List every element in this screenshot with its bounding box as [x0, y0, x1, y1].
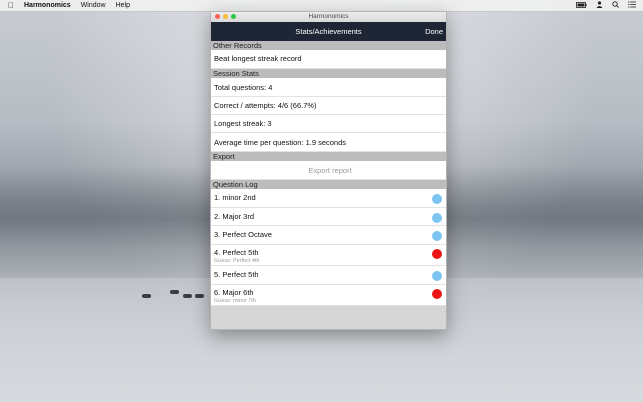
- section-header-other-records: Other Records: [211, 41, 446, 50]
- correct-status-icon: [432, 271, 442, 281]
- question-guess: Guess: Perfect 4th: [214, 258, 260, 264]
- record-row: Beat longest streak record: [211, 50, 446, 69]
- empty-list-area: [211, 306, 446, 329]
- correct-status-icon: [432, 213, 442, 223]
- section-header-export: Export: [211, 152, 446, 161]
- question-log-row[interactable]: 1. minor 2nd: [211, 189, 446, 208]
- duck-silhouette: [170, 290, 179, 294]
- duck-silhouette: [183, 294, 192, 298]
- question-label: 6. Major 6th: [214, 288, 254, 297]
- question-label: 1. minor 2nd: [214, 193, 256, 202]
- user-icon[interactable]: [596, 1, 603, 10]
- wrong-status-icon: [432, 249, 442, 259]
- export-report-button[interactable]: Export report: [211, 161, 446, 180]
- section-header-session-stats: Session Stats: [211, 69, 446, 78]
- menu-help[interactable]: Help: [116, 2, 130, 9]
- notification-center-icon[interactable]: [628, 1, 636, 10]
- question-log-row[interactable]: 4. Perfect 5th Guess: Perfect 4th: [211, 245, 446, 266]
- question-guess: Guess: minor 7th: [214, 298, 256, 304]
- navigation-bar: Stats/Achievements Done: [211, 22, 446, 41]
- stat-row-total: Total questions: 4: [211, 78, 446, 97]
- stat-row-streak: Longest streak: 3: [211, 115, 446, 133]
- apple-menu-icon[interactable]: : [8, 1, 14, 10]
- correct-status-icon: [432, 231, 442, 241]
- question-log-row[interactable]: 6. Major 6th Guess: minor 7th: [211, 285, 446, 306]
- zoom-button[interactable]: [231, 14, 236, 19]
- section-header-question-log: Question Log: [211, 180, 446, 189]
- question-label: 2. Major 3rd: [214, 212, 255, 221]
- correct-status-icon: [432, 194, 442, 204]
- question-label: 3. Perfect Octave: [214, 230, 272, 239]
- nav-title: Stats/Achievements: [295, 27, 362, 36]
- close-button[interactable]: [215, 14, 220, 19]
- search-icon[interactable]: [612, 1, 619, 10]
- question-log-row[interactable]: 2. Major 3rd: [211, 208, 446, 226]
- duck-silhouette: [142, 294, 151, 298]
- question-log-row[interactable]: 5. Perfect 5th: [211, 266, 446, 285]
- duck-silhouette: [195, 294, 204, 298]
- stat-row-avg-time: Average time per question: 1.9 seconds: [211, 133, 446, 152]
- battery-icon[interactable]: [576, 1, 587, 10]
- question-log-row[interactable]: 3. Perfect Octave: [211, 226, 446, 245]
- minimize-button[interactable]: [223, 14, 228, 19]
- done-button[interactable]: Done: [425, 22, 443, 41]
- wrong-status-icon: [432, 289, 442, 299]
- window-titlebar[interactable]: Harmonomics: [211, 12, 446, 22]
- question-label: 5. Perfect 5th: [214, 270, 259, 279]
- menu-app-name[interactable]: Harmonomics: [24, 2, 71, 9]
- stats-list: Other Records Beat longest streak record…: [211, 41, 446, 306]
- menu-window[interactable]: Window: [81, 2, 106, 9]
- window-title: Harmonomics: [308, 13, 349, 20]
- stat-row-correct: Correct / attempts: 4/6 (66.7%): [211, 97, 446, 115]
- app-window: Harmonomics Stats/Achievements Done Othe…: [210, 11, 447, 330]
- question-label: 4. Perfect 5th: [214, 248, 259, 257]
